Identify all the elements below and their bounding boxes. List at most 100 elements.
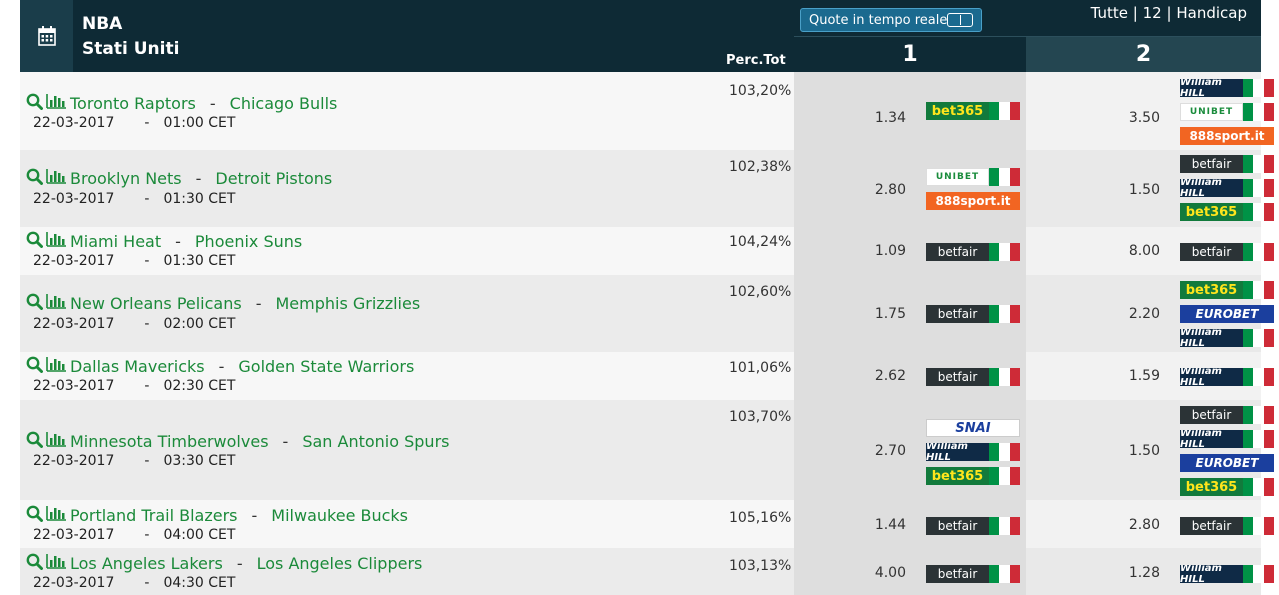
bet365-logo: bet365 (1180, 281, 1243, 299)
italy-flag-icon (989, 168, 1020, 186)
stats-chart-icon[interactable] (46, 168, 67, 188)
home-team-link[interactable]: Toronto Raptors (70, 94, 196, 113)
home-team-link[interactable]: New Orleans Pelicans (70, 294, 242, 313)
bookmaker-betfair[interactable]: betfair (926, 368, 1020, 386)
odd-away[interactable]: 2.80 (1120, 517, 1160, 533)
match-info: Portland Trail Blazers - Milwaukee Bucks 22… (20, 500, 794, 548)
odd-away[interactable]: 1.50 (1120, 443, 1160, 459)
bookmaker-bet365[interactable]: bet365 (1180, 203, 1274, 221)
filter-all[interactable]: Tutte (1091, 4, 1128, 22)
match-datetime: 22-03-2017 -01:30 CET (33, 253, 235, 269)
match-info: Toronto Raptors - Chicago Bulls 22-03-2017-… (20, 72, 794, 150)
bookmaker-betfair[interactable]: betfair (926, 243, 1020, 261)
italy-flag-icon (1243, 368, 1274, 386)
odd-away[interactable]: 1.50 (1120, 182, 1160, 198)
bookmaker-sport888[interactable]: 888sport.it (926, 192, 1020, 210)
odd-home[interactable]: 1.75 (866, 306, 906, 322)
bookmaker-betfair[interactable]: betfair (1180, 517, 1274, 535)
calendar-icon[interactable] (20, 0, 73, 72)
stats-chart-icon[interactable] (46, 553, 67, 573)
bookmaker-sport888[interactable]: 888sport.it (1180, 127, 1274, 145)
odds-cell-home: 4.00 betfair (794, 548, 1026, 595)
bookmaker-unibet[interactable]: UNIBET (1180, 103, 1274, 121)
bookmaker-williamhill[interactable]: William HILL (1180, 430, 1274, 448)
odd-home[interactable]: 1.44 (866, 517, 906, 533)
bookmaker-bet365[interactable]: bet365 (926, 467, 1020, 485)
filter-12[interactable]: 12 (1143, 4, 1162, 22)
search-icon[interactable] (26, 168, 43, 189)
bookmaker-betfair[interactable]: betfair (1180, 155, 1274, 173)
odd-home[interactable]: 1.34 (866, 110, 906, 126)
bookmaker-bet365[interactable]: bet365 (1180, 478, 1274, 496)
away-team-link[interactable]: San Antonio Spurs (302, 432, 449, 451)
away-team-link[interactable]: Los Angeles Clippers (257, 554, 423, 573)
away-team-link[interactable]: Memphis Grizzlies (275, 294, 420, 313)
williamhill-logo: William HILL (1180, 368, 1243, 386)
odd-home[interactable]: 2.62 (866, 368, 906, 384)
search-icon[interactable] (26, 293, 43, 314)
bookmaker-betfair[interactable]: betfair (1180, 243, 1274, 261)
bookmaker-betfair[interactable]: betfair (926, 305, 1020, 323)
stats-chart-icon[interactable] (46, 93, 67, 113)
odd-away[interactable]: 1.28 (1120, 565, 1160, 581)
bookmaker-bet365[interactable]: bet365 (1180, 281, 1274, 299)
match-datetime: 22-03-2017 -04:00 CET (33, 527, 235, 543)
bookmaker-williamhill[interactable]: William HILL (1180, 179, 1274, 197)
stats-chart-icon[interactable] (46, 293, 67, 313)
stats-chart-icon[interactable] (46, 356, 67, 376)
odd-home[interactable]: 4.00 (866, 565, 906, 581)
date-separator: - (144, 378, 150, 394)
odds-cell-home: 1.75 betfair (794, 275, 1026, 352)
search-icon[interactable] (26, 231, 43, 252)
italy-flag-icon (989, 305, 1020, 323)
bookmaker-betfair[interactable]: betfair (926, 565, 1020, 583)
search-icon[interactable] (26, 356, 43, 377)
home-team-link[interactable]: Los Angeles Lakers (70, 554, 223, 573)
home-team-link[interactable]: Portland Trail Blazers (70, 506, 238, 525)
bookmaker-bet365[interactable]: bet365 (926, 102, 1020, 120)
odd-away[interactable]: 8.00 (1120, 243, 1160, 259)
search-icon[interactable] (26, 553, 43, 574)
table-row: Miami Heat - Phoenix Suns 22-03-2017-01:30 … (20, 227, 1274, 275)
home-team-link[interactable]: Miami Heat (70, 232, 161, 251)
bookmaker-eurobet[interactable]: EUROBET (1180, 305, 1274, 323)
home-team-link[interactable]: Minnesota Timberwolves (70, 432, 269, 451)
search-icon[interactable] (26, 93, 43, 114)
bookmaker-betfair[interactable]: betfair (926, 517, 1020, 535)
bookmaker-williamhill[interactable]: William HILL (1180, 565, 1274, 583)
bookmaker-williamhill[interactable]: William HILL (1180, 329, 1274, 347)
eurobet-logo: EUROBET (1180, 454, 1274, 472)
odd-away[interactable]: 3.50 (1120, 110, 1160, 126)
odd-home[interactable]: 2.70 (866, 443, 906, 459)
search-icon[interactable] (26, 505, 43, 526)
home-team-link[interactable]: Dallas Mavericks (70, 357, 205, 376)
bookmaker-list: William HILL (1180, 565, 1274, 583)
odd-home[interactable]: 2.80 (866, 182, 906, 198)
bookmaker-unibet[interactable]: UNIBET (926, 168, 1020, 186)
match-datetime: 22-03-2017 -03:30 CET (33, 453, 235, 469)
filter-handicap[interactable]: Handicap (1176, 4, 1247, 22)
payout-percentage: 102,60% (729, 284, 792, 300)
stats-chart-icon[interactable] (46, 505, 67, 525)
away-team-link[interactable]: Phoenix Suns (195, 232, 302, 251)
stats-chart-icon[interactable] (46, 431, 67, 451)
bookmaker-williamhill[interactable]: William HILL (1180, 79, 1274, 97)
bookmaker-williamhill[interactable]: William HILL (1180, 368, 1274, 386)
away-team-link[interactable]: Detroit Pistons (215, 169, 332, 188)
stats-chart-icon[interactable] (46, 231, 67, 251)
match-info: Los Angeles Lakers - Los Angeles Clippers 2… (20, 548, 794, 595)
live-odds-toggle[interactable]: Quote in tempo reale (800, 8, 982, 32)
search-icon[interactable] (26, 431, 43, 452)
away-team-link[interactable]: Golden State Warriors (238, 357, 414, 376)
odd-home[interactable]: 1.09 (866, 243, 906, 259)
match-date: 22-03-2017 (33, 115, 115, 131)
bookmaker-williamhill[interactable]: William HILL (926, 443, 1020, 461)
bookmaker-snai[interactable]: SNAI (926, 419, 1020, 437)
bookmaker-eurobet[interactable]: EUROBET (1180, 454, 1274, 472)
away-team-link[interactable]: Milwaukee Bucks (271, 506, 408, 525)
away-team-link[interactable]: Chicago Bulls (230, 94, 338, 113)
odd-away[interactable]: 2.20 (1120, 306, 1160, 322)
home-team-link[interactable]: Brooklyn Nets (70, 169, 182, 188)
odd-away[interactable]: 1.59 (1120, 368, 1160, 384)
bookmaker-betfair[interactable]: betfair (1180, 406, 1274, 424)
